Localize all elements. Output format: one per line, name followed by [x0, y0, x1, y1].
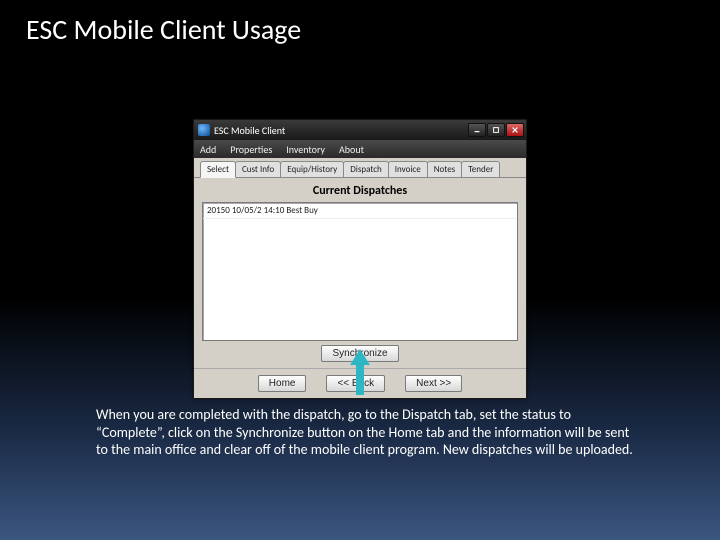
- tab-select[interactable]: Select: [200, 161, 236, 178]
- content-pane: Current Dispatches 20150 10/05/2 14:10 B…: [194, 178, 526, 368]
- tab-tender[interactable]: Tender: [461, 161, 500, 177]
- tab-strip: Select Cust Info Equip/History Dispatch …: [194, 158, 526, 178]
- slide-title: ESC Mobile Client Usage: [0, 0, 720, 47]
- tab-invoice[interactable]: Invoice: [388, 161, 428, 177]
- callout-arrow: [350, 349, 370, 395]
- menu-add[interactable]: Add: [200, 143, 216, 156]
- menu-about[interactable]: About: [339, 143, 364, 156]
- dispatch-list[interactable]: 20150 10/05/2 14:10 Best Buy: [202, 202, 518, 341]
- minimize-button[interactable]: [468, 123, 486, 137]
- content-title: Current Dispatches: [202, 184, 518, 198]
- list-item[interactable]: 20150 10/05/2 14:10 Best Buy: [203, 203, 517, 219]
- title-bar: ESC Mobile Client: [194, 120, 526, 140]
- app-icon: [198, 124, 210, 136]
- tab-cust-info[interactable]: Cust Info: [235, 161, 281, 177]
- close-button[interactable]: [506, 123, 524, 137]
- window-title: ESC Mobile Client: [214, 124, 468, 137]
- minimize-icon: [473, 126, 481, 134]
- home-button[interactable]: Home: [258, 375, 307, 392]
- next-button[interactable]: Next >>: [405, 375, 462, 392]
- tab-equip-history[interactable]: Equip/History: [280, 161, 344, 177]
- tab-notes[interactable]: Notes: [427, 161, 462, 177]
- menu-inventory[interactable]: Inventory: [286, 143, 325, 156]
- maximize-button[interactable]: [487, 123, 505, 137]
- maximize-icon: [492, 126, 500, 134]
- slide-caption: When you are completed with the dispatch…: [96, 406, 636, 459]
- window-controls: [468, 123, 524, 137]
- arrow-up-icon: [350, 349, 370, 395]
- tab-dispatch[interactable]: Dispatch: [343, 161, 389, 177]
- close-icon: [511, 126, 519, 134]
- menu-properties[interactable]: Properties: [230, 143, 272, 156]
- menu-bar: Add Properties Inventory About: [194, 140, 526, 158]
